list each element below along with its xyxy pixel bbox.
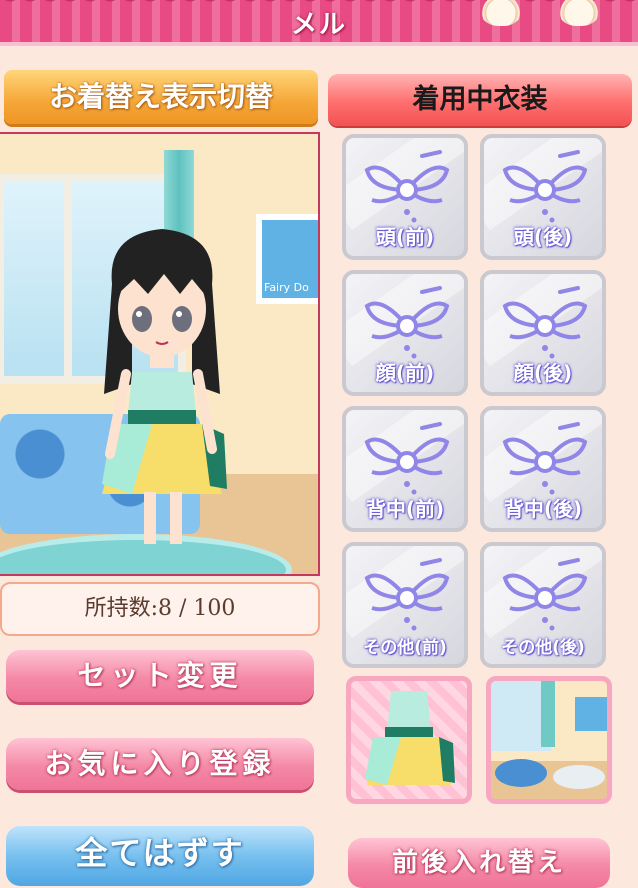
- poster-text: Fairy Do: [264, 281, 309, 294]
- equip-slot[interactable]: 顔(前): [342, 270, 468, 396]
- equip-slot[interactable]: 背中(前): [342, 406, 468, 532]
- equip-slot[interactable]: 背中(後): [480, 406, 606, 532]
- set-change-button[interactable]: セット変更: [6, 650, 314, 702]
- fairy-placeholder-icon: [364, 286, 450, 359]
- fairy-placeholder-icon: [502, 150, 588, 223]
- equip-slot[interactable]: 顔(後): [480, 270, 606, 396]
- fairy-placeholder-icon: [364, 558, 450, 631]
- equip-slot-label: 顔(前): [375, 361, 435, 385]
- outfit-display-toggle-button[interactable]: お着替え表示切替: [4, 70, 318, 124]
- equip-slot-label: その他(前): [363, 638, 447, 658]
- equipped-costume-header: 着用中衣装: [328, 74, 632, 126]
- equip-slot-label: 頭(前): [375, 225, 435, 249]
- character-preview: Fairy Do: [0, 132, 320, 576]
- character-avatar: [102, 229, 227, 544]
- owned-count: 所持数:8 / 100: [0, 582, 320, 636]
- favorite-register-button[interactable]: お気に入り登録: [6, 738, 314, 790]
- room-background-image: [491, 681, 607, 799]
- swap-front-back-button[interactable]: 前後入れ替え: [348, 838, 610, 888]
- page-title: メル: [290, 10, 347, 40]
- equip-slot[interactable]: 頭(前): [342, 134, 468, 260]
- remove-all-button[interactable]: 全てはずす: [6, 826, 314, 886]
- fairy-placeholder-icon: [364, 150, 450, 223]
- equip-slot-label: 顔(後): [513, 361, 573, 385]
- equip-slot-label: 背中(前): [365, 497, 445, 521]
- room-poster: Fairy Do: [256, 214, 318, 304]
- fairy-placeholder-icon: [364, 422, 450, 495]
- outfit-thumbnail-back[interactable]: [486, 676, 612, 804]
- equip-slot-label: 背中(後): [503, 497, 583, 521]
- outfit-front-image: [365, 691, 455, 785]
- equip-slot-label: 頭(後): [513, 225, 573, 249]
- top-bar: メル: [0, 0, 638, 46]
- fairy-placeholder-icon: [502, 422, 588, 495]
- outfit-thumbnail-front[interactable]: [346, 676, 472, 804]
- equip-slot[interactable]: 頭(後): [480, 134, 606, 260]
- equip-slot[interactable]: その他(前): [342, 542, 468, 668]
- equip-slot-label: その他(後): [501, 638, 585, 658]
- fairy-placeholder-icon: [502, 558, 588, 631]
- equip-slot[interactable]: その他(後): [480, 542, 606, 668]
- fairy-placeholder-icon: [502, 286, 588, 359]
